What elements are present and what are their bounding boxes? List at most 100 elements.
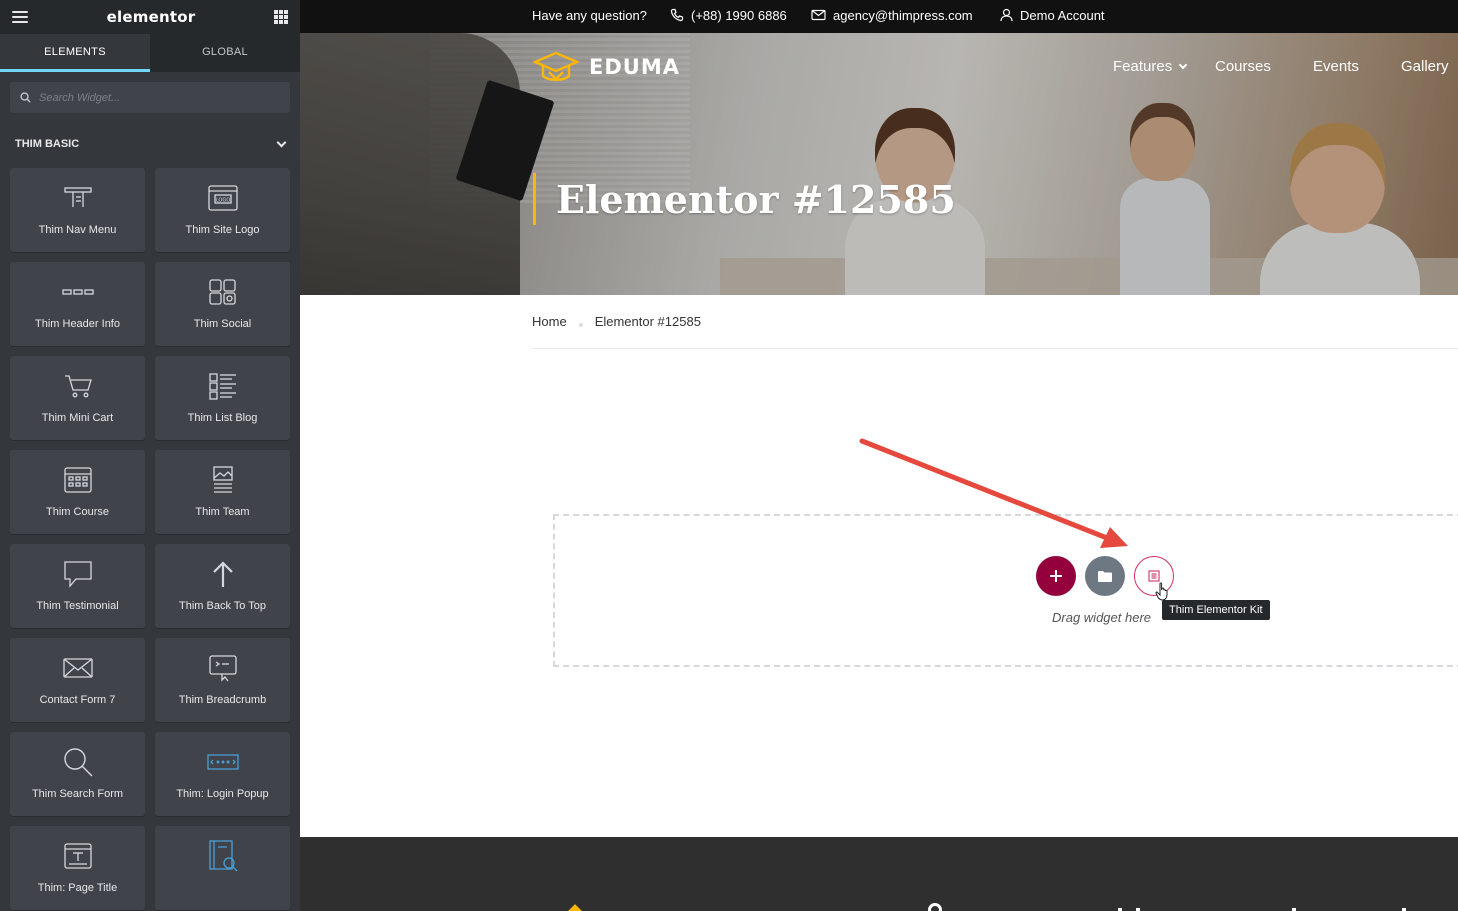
widget-thim-back-to-top[interactable]: Thim Back To Top	[155, 544, 290, 628]
topbar-question-text: Have any question?	[532, 7, 647, 23]
widget-label: Thim Course	[46, 506, 109, 518]
svg-text:LOGO: LOGO	[215, 198, 229, 204]
widget-label: Thim Header Info	[35, 318, 120, 330]
chevron-down-icon	[1178, 60, 1188, 69]
arrow-up-icon	[212, 561, 233, 587]
widget-thim-list-blog[interactable]: Thim List Blog	[155, 356, 290, 440]
widget-thim-site-logo[interactable]: LOGO Thim Site Logo	[155, 168, 290, 252]
add-section-button[interactable]	[1036, 556, 1076, 596]
topbar-question: Have any question?	[532, 0, 647, 30]
widget-thim-search-form[interactable]: Thim Search Form	[10, 732, 145, 816]
widget-thim-nav-menu[interactable]: Thim Nav Menu	[10, 168, 145, 252]
widget-label: Thim: Page Title	[37, 882, 118, 894]
topbar-phone-text: (+88) 1990 6886	[691, 7, 787, 23]
widget-label: Contact Form 7	[39, 694, 116, 706]
nav-courses-label: Courses	[1215, 58, 1271, 75]
panel-tabs: ELEMENTS GLOBAL	[0, 34, 300, 72]
widget-thim-page-title[interactable]: Thim: Page Title	[10, 826, 145, 910]
widget-label: Thim Back To Top	[178, 600, 267, 612]
site-logo-icon: LOGO	[207, 185, 238, 211]
breadcrumb-current: Elementor #12585	[594, 314, 701, 329]
social-icon	[208, 279, 236, 305]
envelope-icon	[62, 658, 93, 678]
header-info-icon	[61, 289, 94, 295]
topbar-phone[interactable]: (+88) 1990 6886	[670, 0, 787, 30]
nav-gallery-label: Gallery	[1401, 58, 1449, 75]
graduation-cap-icon	[533, 51, 579, 81]
widget-thim-mini-cart[interactable]: Thim Mini Cart	[10, 356, 145, 440]
topbar-account-text: Demo Account	[1020, 7, 1105, 23]
nav-courses[interactable]: Courses	[1215, 58, 1271, 75]
tab-global[interactable]: GLOBAL	[150, 34, 300, 72]
topbar-email[interactable]: agency@thimpress.com	[811, 0, 973, 30]
page-title: Elementor #12585	[556, 176, 956, 222]
widget-thim-testimonial[interactable]: Thim Testimonial	[10, 544, 145, 628]
widget-label: Thim Mini Cart	[41, 412, 114, 424]
envelope-icon	[811, 9, 826, 21]
category-thim-basic[interactable]: THIM BASIC	[0, 127, 300, 161]
nav-features[interactable]: Features	[1113, 58, 1188, 75]
hero-overlay	[300, 33, 1458, 295]
widget-search-wrap	[0, 72, 300, 123]
widget-grid: Thim Nav Menu LOGO Thim Site Logo Thim H…	[0, 161, 300, 910]
site-logo[interactable]: EDUMA	[533, 50, 680, 84]
widget-drop-zone[interactable]	[553, 514, 1458, 667]
plus-icon	[1050, 570, 1062, 582]
phone-icon	[670, 8, 684, 22]
breadcrumb-icon	[208, 655, 237, 682]
elementor-kit-icon	[1148, 570, 1160, 582]
nav-events[interactable]: Events	[1313, 58, 1359, 75]
nav-menu-icon	[63, 187, 92, 207]
widget-contact-form-7[interactable]: Contact Form 7	[10, 638, 145, 722]
page-preview: Have any question? (+88) 1990 6886 agenc…	[300, 0, 1458, 911]
nav-gallery[interactable]: Gallery	[1401, 58, 1449, 75]
speech-bubble-icon	[63, 561, 92, 588]
widget-thim-course[interactable]: Thim Course	[10, 450, 145, 534]
widget-label: Thim Testimonial	[36, 600, 119, 612]
hero-banner	[300, 33, 1458, 295]
team-icon	[212, 466, 233, 493]
site-logo-text: EDUMA	[589, 55, 680, 79]
widget-thim-header-info[interactable]: Thim Header Info	[10, 262, 145, 346]
page-title-wrap: Elementor #12585	[533, 173, 956, 225]
topbar-account[interactable]: Demo Account	[1000, 0, 1105, 30]
widget-label: Thim Team	[195, 506, 250, 518]
breadcrumb-home[interactable]: Home	[532, 314, 567, 329]
kit-tooltip: Thim Elementor Kit	[1162, 600, 1270, 620]
breadcrumb-divider	[532, 348, 1458, 349]
widget-thim-breadcrumb[interactable]: Thim Breadcrumb	[155, 638, 290, 722]
widget-label: Thim Social	[193, 318, 252, 330]
widget-thim-social[interactable]: Thim Social	[155, 262, 290, 346]
widget-thim-login-popup[interactable]: Thim: Login Popup	[155, 732, 290, 816]
nav-features-label: Features	[1113, 58, 1173, 75]
widget-label: Thim Breadcrumb	[178, 694, 267, 706]
elementor-logo: elementor	[106, 8, 196, 26]
tab-elements[interactable]: ELEMENTS	[0, 34, 150, 72]
add-template-button[interactable]	[1085, 556, 1125, 596]
breadcrumb: Home Elementor #12585	[532, 314, 701, 329]
course-search-icon	[208, 840, 237, 872]
folder-icon	[1098, 570, 1112, 582]
widgets-grid-icon[interactable]	[274, 10, 288, 24]
widget-search-box	[10, 82, 290, 113]
cart-icon	[64, 375, 92, 398]
user-icon	[1000, 8, 1013, 22]
footer-heading-fragment-2	[1118, 903, 1162, 911]
login-popup-icon	[206, 754, 239, 770]
course-icon	[63, 467, 92, 493]
site-footer	[300, 837, 1458, 911]
panel-header: elementor	[0, 0, 300, 34]
site-topbar: Have any question? (+88) 1990 6886 agenc…	[300, 0, 1458, 33]
widget-label: Thim Nav Menu	[38, 224, 117, 236]
category-title: THIM BASIC	[15, 138, 80, 150]
widget-thim-course-search[interactable]	[155, 826, 290, 910]
widget-search-input[interactable]	[39, 91, 269, 104]
nav-events-label: Events	[1313, 58, 1359, 75]
drop-zone-hint: Drag widget here	[1052, 610, 1151, 625]
widget-label: Thim Site Logo	[185, 224, 260, 236]
widget-label: Thim List Blog	[187, 412, 258, 424]
hand-pointer-icon	[1155, 582, 1168, 601]
hamburger-menu-icon[interactable]	[12, 11, 28, 23]
footer-heading-fragment	[928, 903, 944, 911]
widget-thim-team[interactable]: Thim Team	[155, 450, 290, 534]
